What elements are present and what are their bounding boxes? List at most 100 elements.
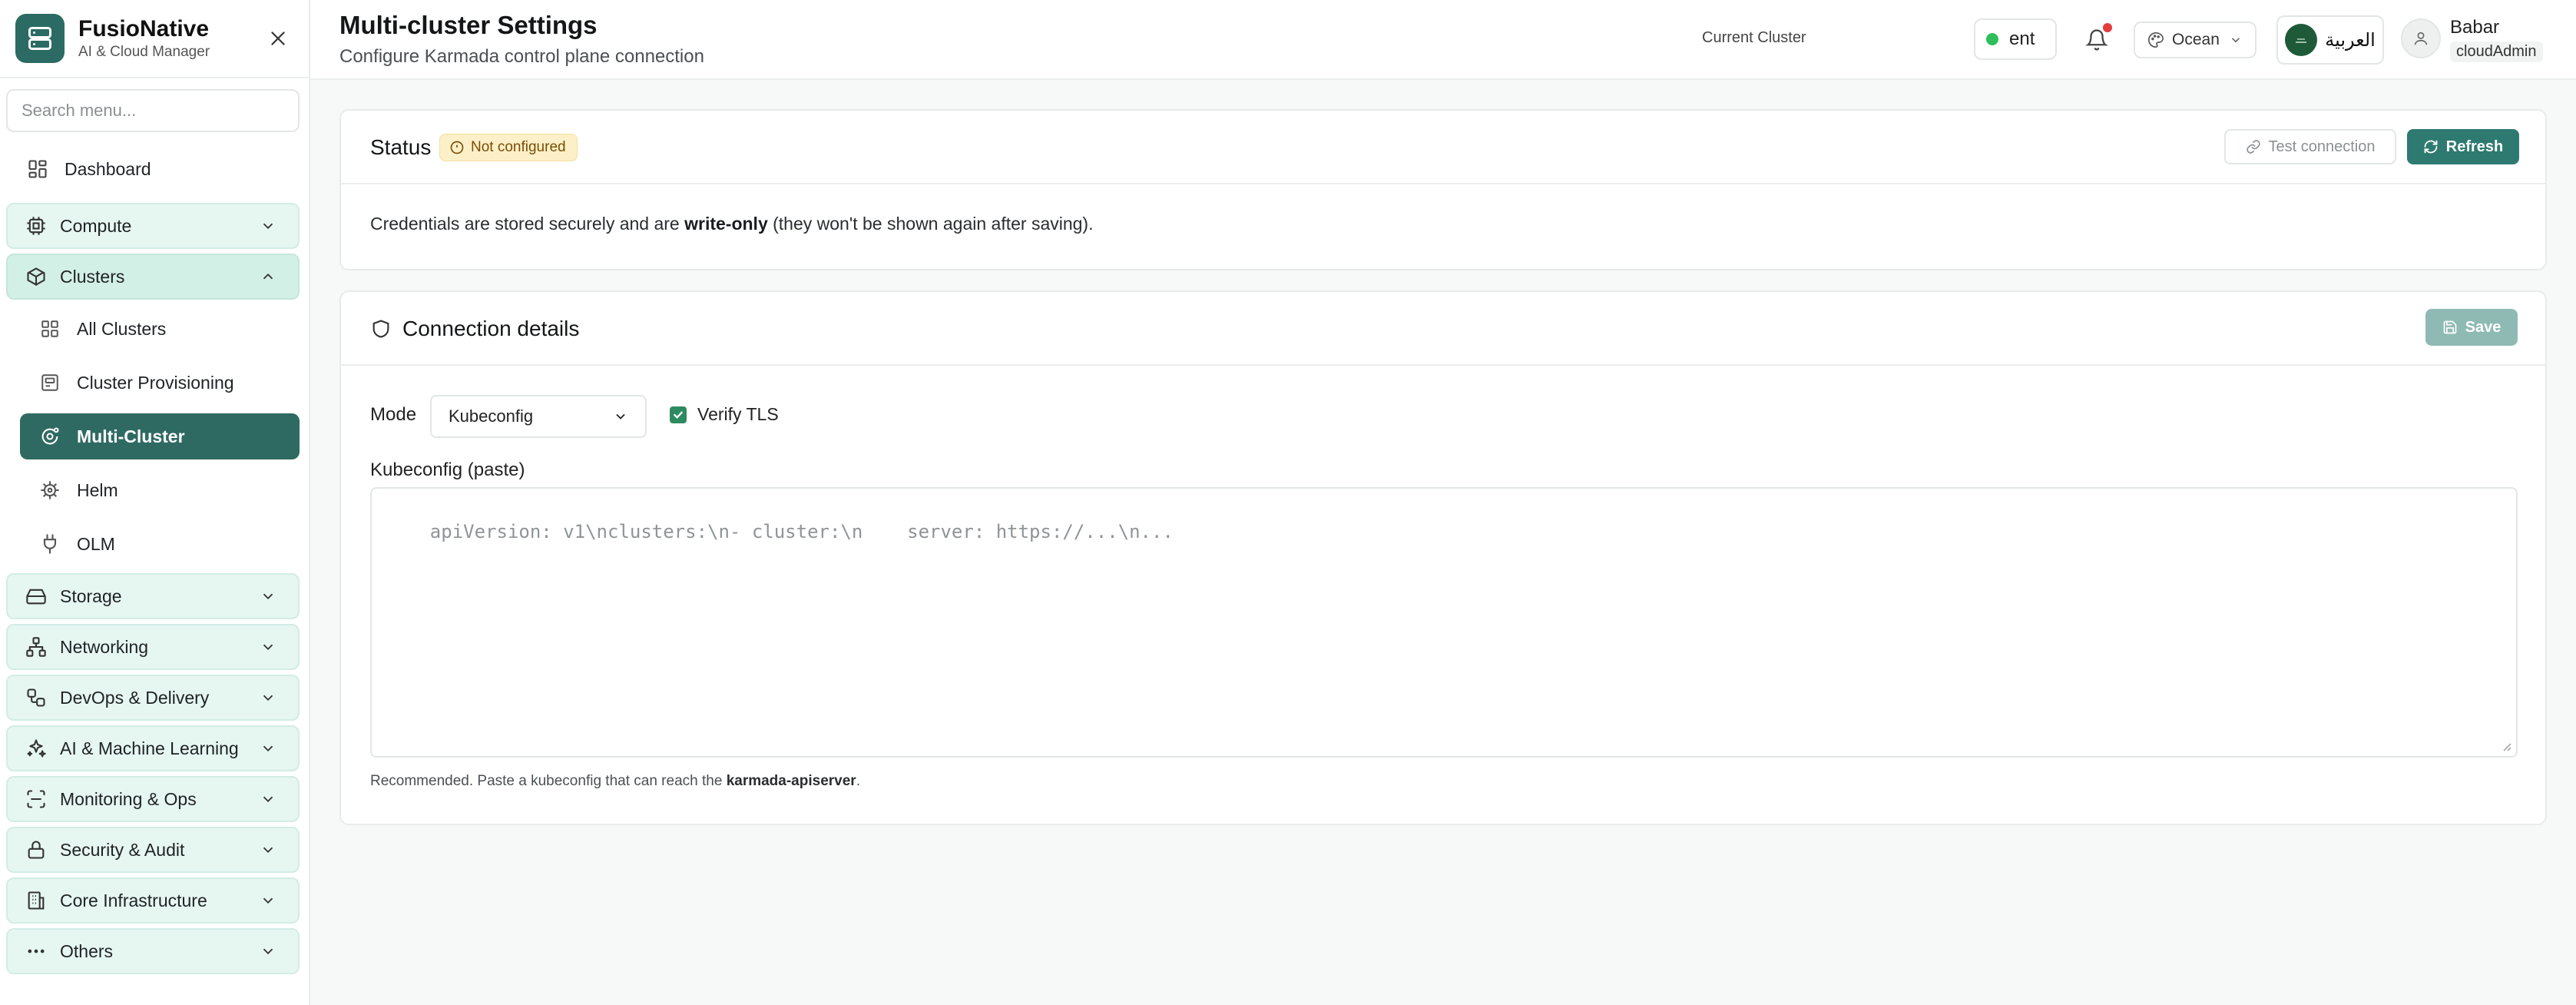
hard-drive-icon — [25, 585, 48, 608]
search-menu-input[interactable] — [6, 89, 300, 132]
status-badge: Not configured — [439, 134, 578, 161]
verify-tls-label: Verify TLS — [697, 404, 779, 424]
page-title: Multi-cluster Settings — [339, 11, 598, 39]
cpu-icon — [25, 214, 48, 237]
link-icon — [2246, 140, 2260, 154]
brand-subtitle: AI & Cloud Manager — [78, 44, 210, 60]
sidebar-item-label: AI & Machine Learning — [60, 738, 239, 758]
status-badge-label: Not configured — [471, 139, 566, 155]
user-icon — [2414, 32, 2428, 45]
credentials-note: Credentials are stored securely and are … — [370, 214, 1094, 234]
checkbox-checked-icon[interactable] — [670, 406, 687, 423]
chevron-down-icon — [2231, 38, 2240, 43]
workflow-icon — [25, 686, 48, 709]
chevron-down-icon — [258, 891, 278, 910]
test-connection-label: Test connection — [2268, 138, 2376, 155]
mode-select[interactable]: Kubeconfig — [430, 395, 647, 438]
status-title: Status — [370, 135, 432, 159]
sidebar-section-ai-ml[interactable]: AI & Machine Learning — [6, 725, 300, 771]
sidebar-section-security[interactable]: Security & Audit — [6, 827, 300, 873]
notifications-button[interactable] — [2078, 22, 2115, 58]
connection-title: Connection details — [402, 317, 580, 340]
sidebar-item-all-clusters[interactable]: All Clusters — [20, 306, 300, 352]
shield-icon — [370, 318, 393, 341]
mode-label: Mode — [370, 404, 417, 425]
bell-icon — [2085, 29, 2108, 51]
chevron-down-icon — [258, 688, 278, 708]
info-circle-icon — [449, 140, 465, 155]
sidebar-section-clusters[interactable]: Clusters — [6, 254, 300, 300]
sidebar-item-dashboard[interactable]: Dashboard — [6, 146, 300, 192]
save-button[interactable]: Save — [2425, 309, 2518, 346]
chevron-down-icon — [258, 738, 278, 758]
sidebar-item-label: Others — [60, 940, 114, 961]
connection-card-header: Connection details Save — [341, 292, 2545, 366]
status-card: Status Not configured Test connection Re… — [339, 109, 2547, 270]
sidebar-item-label: Core Infrastructure — [60, 890, 207, 910]
brand-title: FusioNative — [78, 16, 210, 41]
sidebar-item-cluster-provisioning[interactable]: Cluster Provisioning — [20, 360, 300, 406]
avatar[interactable] — [2401, 18, 2441, 58]
close-icon — [271, 32, 285, 45]
sidebar-item-label: All Clusters — [77, 318, 167, 339]
sidebar-item-label: OLM — [77, 533, 115, 554]
sidebar-item-label: Security & Audit — [60, 839, 185, 860]
page-subtitle: Configure Karmada control plane connecti… — [339, 46, 704, 67]
close-sidebar-button[interactable] — [263, 23, 293, 54]
sidebar-item-helm[interactable]: Helm — [20, 467, 300, 513]
save-icon — [2443, 320, 2456, 334]
sidebar-item-label: Helm — [77, 479, 118, 500]
sidebar-section-monitoring[interactable]: Monitoring & Ops — [6, 776, 300, 822]
sidebar-item-label: Compute — [60, 215, 132, 236]
chevron-down-icon — [258, 637, 278, 657]
sidebar: FusioNative AI & Cloud Manager Dashboard… — [0, 0, 310, 1005]
sidebar-section-others[interactable]: Others — [6, 928, 300, 974]
kubeconfig-label: Kubeconfig (paste) — [370, 459, 525, 480]
theme-label: Ocean — [2172, 31, 2220, 48]
test-connection-button[interactable]: Test connection — [2224, 129, 2396, 164]
grid-icon — [38, 317, 61, 340]
sidebar-section-compute[interactable]: Compute — [6, 203, 300, 249]
sidebar-item-label: Networking — [60, 636, 149, 657]
server-logo-icon — [15, 14, 65, 63]
chevron-down-icon — [258, 840, 278, 860]
current-cluster-selector[interactable]: ent — [1974, 18, 2057, 60]
saudi-flag-icon — [2285, 24, 2318, 56]
theme-selector[interactable]: Ocean — [2134, 22, 2256, 58]
chevron-down-icon — [258, 789, 278, 809]
current-cluster-label: Current Cluster — [1702, 29, 1806, 46]
sidebar-section-core-infrastructure[interactable]: Core Infrastructure — [6, 877, 300, 924]
plug-icon — [38, 532, 61, 556]
helm-icon — [38, 479, 61, 502]
sidebar-section-networking[interactable]: Networking — [6, 624, 300, 670]
network-icon — [25, 635, 48, 658]
sidebar-section-storage[interactable]: Storage — [6, 573, 300, 619]
notification-dot — [2103, 23, 2112, 32]
status-dot-icon — [1986, 33, 1998, 45]
chevron-down-icon — [616, 413, 625, 420]
sidebar-item-olm[interactable]: OLM — [20, 521, 300, 567]
lock-icon — [25, 838, 48, 861]
chevron-down-icon — [258, 216, 278, 236]
refresh-button[interactable]: Refresh — [2407, 129, 2519, 164]
sidebar-section-devops[interactable]: DevOps & Delivery — [6, 675, 300, 721]
palette-icon — [2148, 32, 2164, 48]
connection-details-card: Connection details Save Mode Kubeconfig … — [339, 290, 2547, 825]
kubeconfig-textarea[interactable]: apiVersion: v1\nclusters:\n- cluster:\n … — [370, 487, 2518, 758]
sidebar-item-label: Cluster Provisioning — [77, 372, 234, 393]
current-cluster-value: ent — [2009, 28, 2035, 49]
chevron-down-icon — [258, 586, 278, 606]
sparkles-icon — [25, 737, 48, 760]
user-role-badge: cloudAdmin — [2450, 41, 2543, 62]
kubeconfig-help-text: Recommended. Paste a kubeconfig that can… — [370, 773, 860, 789]
chevron-up-icon — [258, 267, 278, 287]
scan-icon — [25, 788, 48, 811]
brand-header: FusioNative AI & Cloud Manager — [0, 0, 309, 78]
mode-select-value: Kubeconfig — [449, 406, 534, 426]
verify-tls-checkbox[interactable]: Verify TLS — [670, 404, 779, 425]
language-selector[interactable]: العربية — [2276, 15, 2384, 65]
user-name: Babar — [2450, 17, 2500, 38]
sidebar-item-multi-cluster[interactable]: Multi-Cluster — [20, 413, 300, 459]
resize-handle-icon — [2503, 743, 2511, 751]
more-icon — [25, 940, 48, 963]
